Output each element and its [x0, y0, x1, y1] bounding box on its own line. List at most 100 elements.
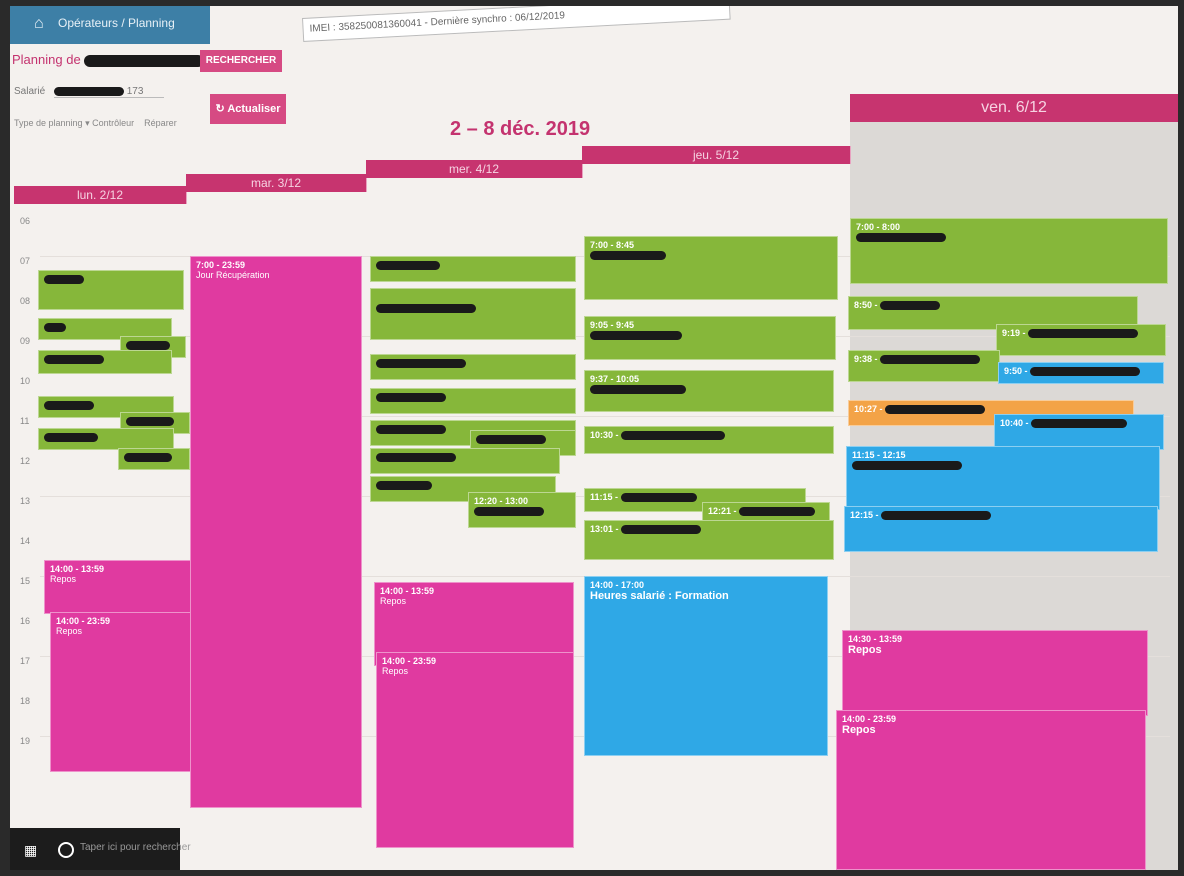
event-block[interactable]: 7:00 - 8:00 — [850, 218, 1168, 284]
hour-label: 09 — [20, 336, 31, 346]
event-time: 14:30 - 13:59 — [848, 634, 903, 644]
event-block[interactable]: 11:15 - 12:15 — [846, 446, 1160, 510]
windows-start-icon[interactable]: ▦ — [24, 842, 37, 859]
redacted-text — [885, 405, 986, 415]
event-time-text: 12:15 - — [850, 510, 879, 520]
event-block[interactable] — [370, 354, 576, 380]
event-time: 10:30 - — [590, 430, 828, 441]
event-block[interactable]: 14:00 - 17:00 Heures salarié : Formation — [584, 576, 828, 756]
event-time: 14:00 - 17:00 — [590, 580, 645, 590]
salarie-field[interactable]: 173 — [53, 86, 164, 98]
event-time-text: 9:38 - — [854, 354, 878, 364]
event-block[interactable] — [38, 270, 184, 310]
event-block[interactable]: 7:00 - 23:59 Jour Récupération — [190, 256, 362, 808]
device-info-box: IMEI : 358250081360041 - Dernière synchr… — [302, 6, 731, 42]
redacted-text — [126, 341, 170, 351]
event-block[interactable]: 14:00 - 23:59 Repos — [836, 710, 1146, 870]
event-time-text: 10:30 - — [590, 430, 619, 440]
hour-label: 13 — [20, 496, 31, 506]
event-block[interactable]: 13:01 - — [584, 520, 834, 560]
redacted-text — [126, 417, 174, 427]
event-block[interactable] — [370, 288, 576, 340]
salarie-suffix: 173 — [126, 86, 144, 97]
top-navbar: ⌂ Opérateurs / Planning — [10, 6, 210, 44]
event-time-text: 11:15 - — [590, 492, 619, 502]
event-block[interactable]: 14:00 - 13:59 Repos — [44, 560, 194, 614]
event-block[interactable] — [118, 448, 190, 470]
redacted-text — [44, 433, 98, 443]
redacted-text — [376, 359, 466, 369]
event-block[interactable]: 9:19 - — [996, 324, 1166, 356]
event-time: 13:01 - — [590, 524, 828, 535]
redacted-text — [44, 401, 94, 411]
event-time-text: 10:27 - — [854, 404, 883, 414]
event-block[interactable]: 14:30 - 13:59 Repos — [842, 630, 1148, 716]
event-block[interactable]: 12:20 - 13:00 — [468, 492, 576, 528]
cortana-search-icon[interactable] — [58, 842, 74, 858]
event-title: Repos — [50, 574, 77, 584]
event-block[interactable] — [370, 448, 560, 474]
day-header-tue[interactable]: mar. 3/12 — [186, 174, 367, 192]
event-time: 14:00 - 23:59 — [842, 714, 897, 724]
home-icon[interactable]: ⌂ — [34, 15, 44, 33]
event-block[interactable]: 9:37 - 10:05 — [584, 370, 834, 412]
event-block[interactable]: 14:00 - 23:59 Repos — [376, 652, 574, 848]
search-button[interactable]: RECHERCHER — [200, 50, 282, 72]
day-header-mon[interactable]: lun. 2/12 — [14, 186, 187, 204]
event-title: Repos — [848, 644, 882, 656]
event-title: Repos — [382, 666, 409, 676]
redacted-text — [621, 525, 702, 535]
event-block[interactable] — [370, 388, 576, 414]
event-time: 11:15 - 12:15 — [852, 450, 906, 460]
day-header-fri[interactable]: ven. 6/12 — [850, 94, 1178, 122]
windows-taskbar: ▦ Taper ici pour rechercher — [10, 828, 191, 870]
event-block[interactable]: 12:15 - — [844, 506, 1158, 552]
redacted-text — [620, 493, 697, 503]
event-time: 10:27 - — [854, 404, 1128, 415]
redacted-text — [376, 261, 440, 271]
event-title: Jour Récupération — [196, 270, 270, 280]
redacted-text — [739, 507, 816, 517]
hour-label: 16 — [20, 616, 31, 626]
event-time: 12:20 - 13:00 — [474, 496, 529, 506]
planning-label: Planning de — [12, 52, 81, 67]
redacted-text — [590, 331, 682, 341]
event-block[interactable]: 7:00 - 8:45 — [584, 236, 838, 300]
event-title: Repos — [842, 724, 876, 736]
event-block[interactable] — [38, 428, 174, 450]
event-time-text: 12:21 - — [708, 506, 737, 516]
event-block[interactable]: 9:05 - 9:45 — [584, 316, 836, 360]
hour-label: 15 — [20, 576, 31, 586]
event-block[interactable] — [370, 256, 576, 282]
event-time: 11:15 - — [590, 492, 800, 503]
redacted-text — [376, 453, 456, 463]
event-block[interactable]: 9:50 - — [998, 362, 1164, 384]
event-block[interactable]: 14:00 - 23:59 Repos — [50, 612, 196, 772]
redacted-text — [852, 461, 962, 471]
event-time: 9:50 - — [1004, 366, 1158, 377]
redacted-text — [474, 507, 544, 517]
event-time-text: 10:40 - — [1000, 418, 1029, 428]
option-reparer[interactable]: Réparer — [144, 118, 177, 128]
event-time: 12:15 - — [850, 510, 1152, 521]
redacted-text — [44, 275, 84, 285]
refresh-button[interactable]: ↻ Actualiser — [210, 94, 286, 124]
event-block[interactable] — [38, 350, 172, 374]
chevron-down-icon[interactable]: ▾ — [85, 118, 90, 128]
option-controleur[interactable]: Contrôleur — [92, 118, 134, 128]
event-block[interactable]: 10:30 - — [584, 426, 834, 454]
hour-label: 19 — [20, 736, 31, 746]
redacted-text — [590, 385, 686, 395]
taskbar-search-input[interactable]: Taper ici pour rechercher — [80, 842, 191, 853]
day-header-wed[interactable]: mer. 4/12 — [366, 160, 583, 178]
type-planning-select[interactable]: Type de planning — [14, 118, 83, 128]
redacted-text — [880, 301, 941, 311]
event-block[interactable]: 10:40 - — [994, 414, 1164, 450]
hour-label: 14 — [20, 536, 31, 546]
day-header-thu[interactable]: jeu. 5/12 — [582, 146, 851, 164]
event-block[interactable]: 9:38 - — [848, 350, 1000, 382]
breadcrumb[interactable]: Opérateurs / Planning — [58, 16, 175, 30]
refresh-icon: ↻ — [215, 103, 225, 115]
salarie-row: Salarié 173 — [14, 86, 164, 98]
redacted-text — [124, 453, 172, 463]
